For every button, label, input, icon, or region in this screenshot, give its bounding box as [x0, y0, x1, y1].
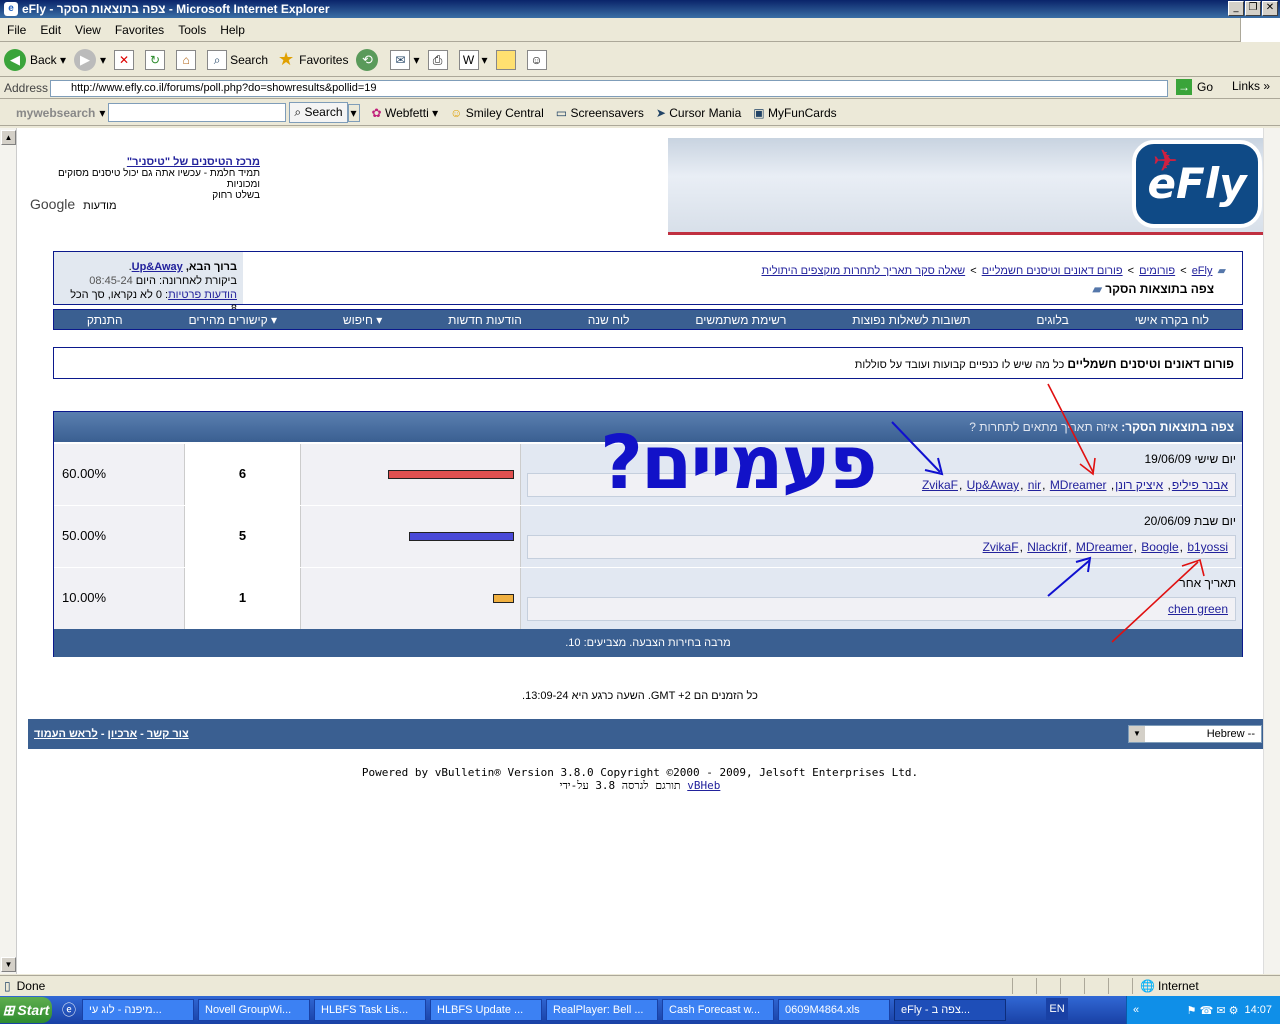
footer-strip: צור קשר - ארכיון - לראש העמוד ▼ -- Hebre… [28, 719, 1268, 749]
task-button[interactable]: 0609M4864.xls [778, 999, 890, 1021]
task-button[interactable]: HLBFS Task Lis... [314, 999, 426, 1021]
windows-flag-icon: ⊞ [2, 1001, 15, 1018]
language-select[interactable]: ▼ -- Hebrew [1128, 725, 1262, 743]
vbheb-link[interactable]: vBHeb [687, 779, 720, 792]
task-button[interactable]: Novell GroupWi... [198, 999, 310, 1021]
task-button[interactable]: RealPlayer: Bell ... [546, 999, 658, 1021]
taskbar: ⊞ Start ⓔ מיפנה - לוג עי... Novell GroupW… [0, 996, 1280, 1024]
status-text: Done [16, 978, 46, 993]
chevron-down-icon[interactable]: ▼ [1129, 726, 1145, 742]
task-button[interactable]: HLBFS Update ... [430, 999, 542, 1021]
task-button-active[interactable]: eFly - צפה ב... [894, 999, 1006, 1021]
annotation-arrows [891, 383, 1205, 643]
clock: 14:07 [1244, 1004, 1272, 1016]
powered-by: Powered by vBulletin® Version 3.8.0 Copy… [361, 766, 919, 792]
footer-links: צור קשר - ארכיון - לראש העמוד [34, 728, 189, 740]
archive-link[interactable]: ארכיון [108, 728, 138, 740]
system-tray: « ⚑ ☎ ✉ ⚙ 14:07 [1126, 996, 1280, 1024]
right-scrollbar[interactable] [1263, 128, 1280, 974]
blue-arrow [1047, 559, 1091, 597]
red-arrow-1 [1047, 383, 1094, 473]
top-link[interactable]: לראש העמוד [34, 728, 98, 740]
quicklaunch-ie-icon[interactable]: ⓔ [62, 1000, 76, 1020]
contact-link[interactable]: צור קשר [147, 728, 189, 740]
page-icon: ▯ [4, 978, 11, 993]
blue-arrow-2 [891, 421, 941, 473]
globe-icon: 🌐 [1140, 979, 1155, 993]
task-button[interactable]: Cash Forecast w... [662, 999, 774, 1021]
start-button[interactable]: ⊞ Start [0, 997, 52, 1023]
zone-text: Internet [1158, 979, 1199, 993]
tray-expand-icon[interactable]: « [1133, 1004, 1139, 1016]
timezone-note: כל הזמנים הם GMT +2. השעה כרגע היא 13:09… [522, 690, 758, 702]
language-indicator[interactable]: EN [1046, 998, 1068, 1020]
status-bar: ▯ Done 🌐 Internet [0, 975, 1280, 995]
red-arrow-2 [1111, 561, 1199, 643]
task-button[interactable]: מיפנה - לוג עי... [82, 999, 194, 1021]
tray-icons[interactable]: ⚑ ☎ ✉ ⚙ [1187, 1004, 1239, 1017]
